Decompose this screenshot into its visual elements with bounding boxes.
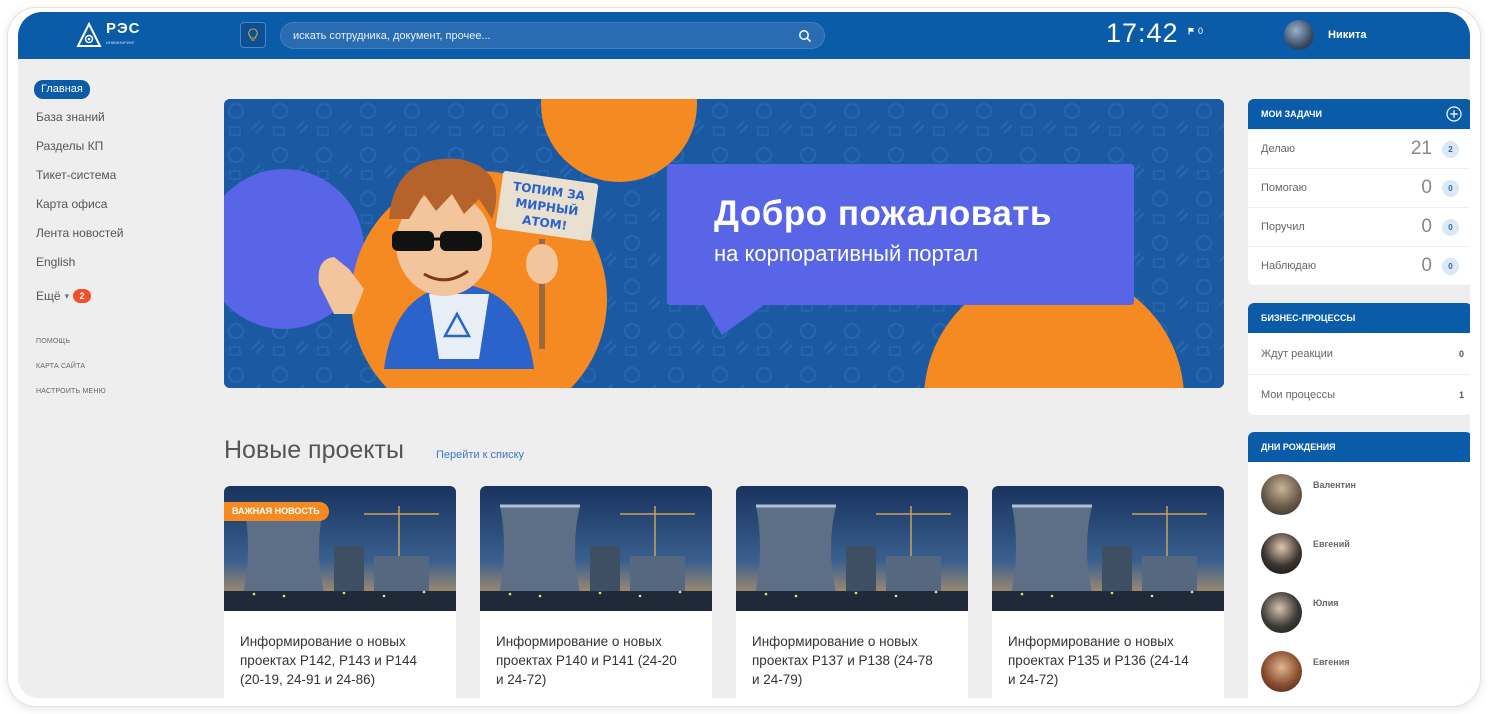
window-frame: РЭС ИНЖИНИРИНГ 17:42 0 xyxy=(8,8,1480,706)
flag-icon xyxy=(1188,27,1194,35)
notifications-flag[interactable]: 0 xyxy=(1188,26,1203,36)
welcome-speech-bubble: Добро пожаловать на корпоративный портал xyxy=(667,164,1134,305)
birthdays-title: ДНИ РОЖДЕНИЯ xyxy=(1248,432,1470,462)
nav-more-badge: 2 xyxy=(73,288,92,303)
avatar xyxy=(1261,592,1302,633)
user-avatar[interactable] xyxy=(1284,20,1314,50)
task-badge: 0 xyxy=(1442,257,1459,275)
task-badge: 2 xyxy=(1442,140,1459,158)
task-count: 0 xyxy=(1421,216,1432,237)
logo-atom-icon xyxy=(76,22,102,47)
task-row-helping[interactable]: Помогаю 0 0 xyxy=(1248,168,1470,207)
nav-item-news-feed[interactable]: Лента новостей xyxy=(36,223,186,252)
avatar xyxy=(1261,474,1302,515)
welcome-banner[interactable]: ТОПИМ ЗА МИРНЫЙ АТОМ! Добро пожаловать н… xyxy=(224,99,1224,388)
nav-help[interactable]: ПОМОЩЬ xyxy=(36,332,186,357)
process-count: 1 xyxy=(1458,390,1464,400)
project-card[interactable]: ВАЖНАЯ НОВОСТЬ Информирование о новых про… xyxy=(224,486,456,698)
lightbulb-icon xyxy=(248,28,258,41)
nav-item-office-map[interactable]: Карта офиса xyxy=(36,194,186,223)
task-badge: 0 xyxy=(1442,218,1459,236)
user-profile[interactable]: Никита xyxy=(1284,20,1366,50)
important-news-tag: ВАЖНАЯ НОВОСТЬ xyxy=(224,502,329,521)
task-badge: 0 xyxy=(1442,179,1459,197)
search-icon[interactable] xyxy=(798,29,812,43)
project-card[interactable]: Информирование о новых проектах Р135 и Р1… xyxy=(992,486,1224,698)
plant-image xyxy=(480,486,712,611)
nav-item-kp-sections[interactable]: Разделы КП xyxy=(36,136,186,165)
birthday-person[interactable]: Юлия xyxy=(1248,580,1470,639)
left-nav: Главная База знаний Разделы КП Тикет-сис… xyxy=(34,78,186,407)
nav-secondary: ПОМОЩЬ КАРТА САЙТА НАСТРОИТЬ МЕНЮ xyxy=(36,332,186,407)
user-name: Никита xyxy=(1328,29,1367,41)
plant-image xyxy=(992,486,1224,611)
nav-more[interactable]: Ещё ▾ 2 xyxy=(36,281,186,310)
project-card-title: Информирование о новых проектах Р137 и Р1… xyxy=(752,634,933,687)
projects-heading: Новые проекты xyxy=(224,436,404,464)
nav-more-label: Ещё xyxy=(36,288,61,303)
birthday-person[interactable]: Евгений xyxy=(1248,521,1470,580)
task-count: 0 xyxy=(1421,255,1432,276)
project-card-title: Информирование о новых проектах Р135 и Р1… xyxy=(1008,634,1189,687)
banner-subtitle: на корпоративный портал xyxy=(714,241,979,266)
nav-item-knowledge-base[interactable]: База знаний xyxy=(36,107,186,136)
nav-item-home[interactable]: Главная xyxy=(34,78,186,107)
task-row-assigned[interactable]: Поручил 0 0 xyxy=(1248,207,1470,246)
logo-subtext: ИНЖИНИРИНГ xyxy=(106,40,135,45)
nav-sitemap[interactable]: КАРТА САЙТА xyxy=(36,357,186,382)
task-row-doing[interactable]: Делаю 21 2 xyxy=(1248,129,1470,168)
avatar xyxy=(1261,651,1302,692)
company-logo[interactable]: РЭС ИНЖИНИРИНГ xyxy=(76,18,156,54)
process-count: 0 xyxy=(1458,348,1464,359)
search-input[interactable] xyxy=(293,28,773,44)
project-card[interactable]: Информирование о новых проектах Р140 и Р1… xyxy=(480,486,712,698)
clock-time: 17:42 xyxy=(1106,18,1179,48)
plant-image xyxy=(736,486,968,611)
task-row-watching[interactable]: Наблюдаю 0 0 xyxy=(1248,246,1470,285)
top-header: РЭС ИНЖИНИРИНГ 17:42 0 xyxy=(18,12,1470,59)
task-count: 0 xyxy=(1421,177,1432,198)
birthdays-widget: ДНИ РОЖДЕНИЯ Валентин Евгений Юлия Евген… xyxy=(1248,432,1470,698)
business-processes-title: БИЗНЕС-ПРОЦЕССЫ xyxy=(1248,303,1470,333)
birthday-person[interactable]: Валентин xyxy=(1248,462,1470,521)
process-row-mine[interactable]: Мои процессы 1 xyxy=(1248,374,1470,415)
add-task-icon[interactable] xyxy=(1446,106,1462,122)
birthday-person[interactable]: Евгения xyxy=(1248,639,1470,698)
project-card-title: Информирование о новых проектах Р140 и Р1… xyxy=(496,634,677,687)
project-card-title: Информирование о новых проектах Р142, Р14… xyxy=(240,634,418,687)
my-tasks-widget: МОИ ЗАДАЧИ Делаю 21 2 Помогаю 0 0 Поручи… xyxy=(1248,99,1470,285)
nav-item-english[interactable]: English xyxy=(36,252,186,281)
banner-title: Добро пожаловать xyxy=(714,194,1052,233)
idea-button[interactable] xyxy=(240,22,266,48)
logo-text: РЭС ИНЖИНИРИНГ xyxy=(106,21,141,50)
nav-customize-menu[interactable]: НАСТРОИТЬ МЕНЮ xyxy=(36,382,186,407)
projects-list-link[interactable]: Перейти к списку xyxy=(436,449,524,461)
avatar xyxy=(1261,533,1302,574)
chevron-down-icon: ▾ xyxy=(64,290,70,301)
search-bar xyxy=(280,22,825,49)
my-tasks-title: МОИ ЗАДАЧИ xyxy=(1248,99,1470,129)
portal-app: РЭС ИНЖИНИРИНГ 17:42 0 xyxy=(18,12,1470,698)
project-card[interactable]: Информирование о новых проектах Р137 и Р1… xyxy=(736,486,968,698)
business-processes-widget: БИЗНЕС-ПРОЦЕССЫ Ждут реакции 0 Мои проце… xyxy=(1248,303,1470,415)
flag-count: 0 xyxy=(1198,26,1204,36)
nav-item-ticket-system[interactable]: Тикет-система xyxy=(36,165,186,194)
process-row-awaiting[interactable]: Ждут реакции 0 xyxy=(1248,333,1470,374)
task-count: 21 xyxy=(1410,138,1432,159)
